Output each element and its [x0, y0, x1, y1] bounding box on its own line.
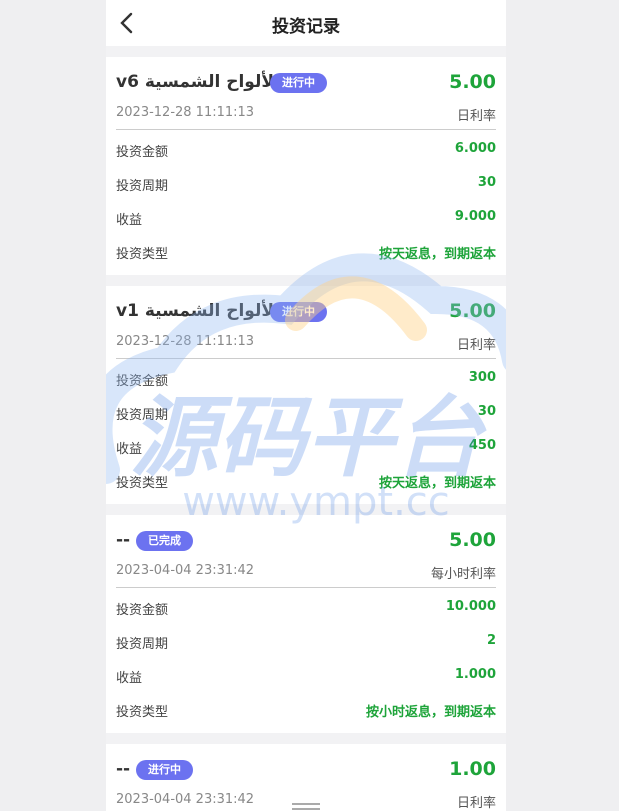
income-label: 收益 [116, 442, 143, 457]
rate-value: 1.00 [449, 758, 496, 780]
investment-record-card[interactable]: -- 进行中 1.00 2023-04-04 23:31:42 日利率 [106, 744, 506, 811]
period-label: 投资周期 [116, 179, 169, 194]
rate-label: 日利率 [456, 109, 496, 124]
rate-label: 日利率 [456, 338, 496, 353]
income-label: 收益 [116, 671, 143, 686]
row-period: 投资周期 30 [106, 396, 506, 430]
status-badge: 进行中 [270, 73, 327, 93]
type-label: 投资类型 [116, 247, 169, 262]
row-type: 投资类型 按小时返息，到期返本 [106, 693, 506, 727]
status-badge: 进行中 [136, 760, 193, 780]
row-period: 投资周期 30 [106, 167, 506, 201]
row-amount: 投资金额 6.000 [106, 133, 506, 167]
status-badge: 已完成 [136, 531, 193, 551]
period-value: 30 [477, 404, 496, 419]
top-nav-bar: 投资记录 [106, 0, 506, 46]
record-date: 2023-12-28 11:11:13 [116, 334, 255, 349]
app-screen: 投资记录 الألواح الشمسية v6 进行中 5.00 2023-12… [106, 0, 506, 811]
record-date: 2023-12-28 11:11:13 [116, 105, 255, 120]
row-type: 投资类型 按天返息，到期返本 [106, 464, 506, 498]
amount-label: 投资金额 [116, 145, 169, 160]
period-label: 投资周期 [116, 637, 169, 652]
status-badge: 进行中 [270, 302, 327, 322]
divider [116, 587, 496, 588]
product-name: -- [116, 530, 131, 550]
income-value: 450 [468, 438, 496, 453]
type-value: 按天返息，到期返本 [378, 476, 496, 491]
amount-value: 6.000 [454, 141, 496, 156]
home-indicator-icon[interactable] [292, 803, 320, 810]
record-date: 2023-04-04 23:31:42 [116, 563, 255, 578]
investment-record-card[interactable]: الألواح الشمسية v1 进行中 5.00 2023-12-28 1… [106, 286, 506, 504]
investment-record-card[interactable]: -- 已完成 5.00 2023-04-04 23:31:42 每小时利率 投资… [106, 515, 506, 733]
product-name: الألواح الشمسية v1 [116, 301, 280, 321]
amount-label: 投资金额 [116, 603, 169, 618]
type-value: 按天返息，到期返本 [378, 247, 496, 262]
row-amount: 投资金额 10.000 [106, 591, 506, 625]
row-income: 收益 1.000 [106, 659, 506, 693]
period-value: 30 [477, 175, 496, 190]
page-title: 投资记录 [272, 17, 340, 37]
amount-value: 300 [468, 370, 496, 385]
row-amount: 投资金额 300 [106, 362, 506, 396]
rate-value: 5.00 [449, 529, 496, 551]
product-name: -- [116, 759, 131, 779]
income-label: 收益 [116, 213, 143, 228]
type-label: 投资类型 [116, 476, 169, 491]
income-value: 9.000 [454, 209, 496, 224]
amount-value: 10.000 [445, 599, 496, 614]
divider [116, 129, 496, 130]
product-name: الألواح الشمسية v6 [116, 72, 280, 92]
rate-label: 日利率 [456, 796, 496, 811]
record-date: 2023-04-04 23:31:42 [116, 792, 255, 807]
row-period: 投资周期 2 [106, 625, 506, 659]
rate-value: 5.00 [449, 300, 496, 322]
income-value: 1.000 [454, 667, 496, 682]
row-income: 收益 450 [106, 430, 506, 464]
investment-record-card[interactable]: الألواح الشمسية v6 进行中 5.00 2023-12-28 1… [106, 57, 506, 275]
amount-label: 投资金额 [116, 374, 169, 389]
period-label: 投资周期 [116, 408, 169, 423]
rate-label: 每小时利率 [430, 567, 496, 582]
period-value: 2 [486, 633, 496, 648]
divider [116, 358, 496, 359]
rate-value: 5.00 [449, 71, 496, 93]
row-type: 投资类型 按天返息，到期返本 [106, 235, 506, 269]
type-label: 投资类型 [116, 705, 169, 720]
type-value: 按小时返息，到期返本 [365, 705, 496, 720]
row-income: 收益 9.000 [106, 201, 506, 235]
